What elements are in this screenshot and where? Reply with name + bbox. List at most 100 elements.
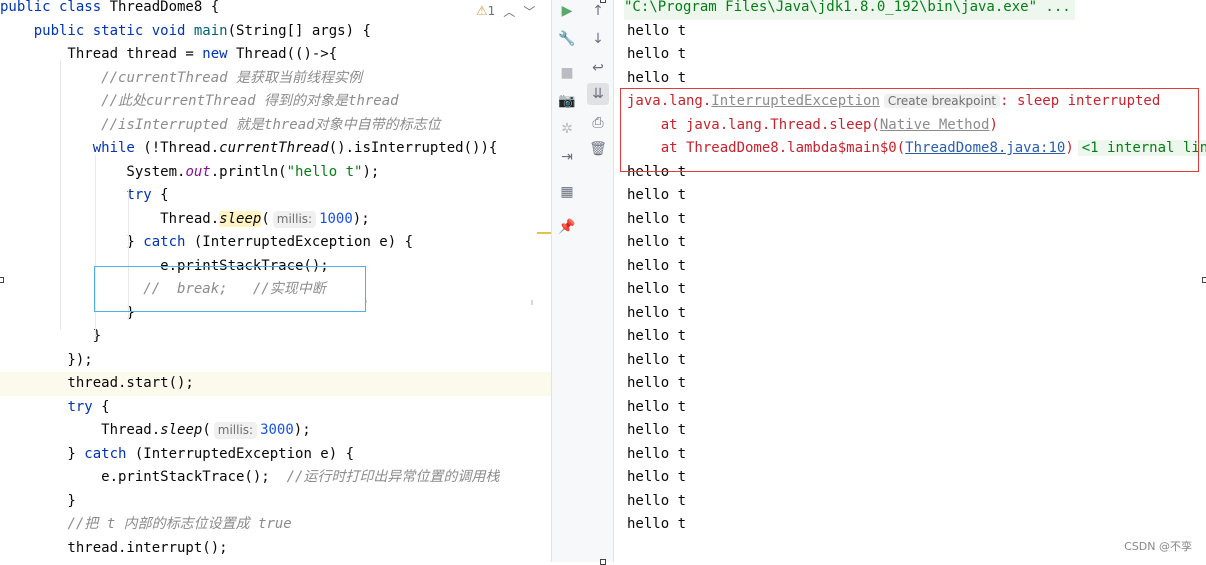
code-token: Thread(()->{ bbox=[236, 46, 338, 62]
stop-icon[interactable]: ■ bbox=[556, 62, 578, 84]
output-text: hello t bbox=[627, 234, 687, 250]
code-token: { bbox=[160, 187, 169, 203]
code-token: } bbox=[0, 234, 144, 250]
code-line[interactable]: System.out.println("hello t"); bbox=[0, 161, 551, 185]
exception-highlight-box bbox=[620, 88, 1199, 172]
chevron-up-icon[interactable]: ︿ bbox=[503, 3, 515, 20]
code-token: //currentThread 是获取当前线程实例 bbox=[101, 69, 363, 86]
code-line[interactable]: //isInterrupted 就是thread对象中自带的标志位 bbox=[0, 114, 551, 138]
up-arrow-icon[interactable]: ↑ bbox=[587, 0, 609, 22]
chevron-down-icon[interactable]: ﹀ bbox=[523, 3, 535, 20]
code-token: try bbox=[67, 398, 102, 415]
resize-handle-bottom bbox=[600, 559, 606, 565]
code-line[interactable]: }); bbox=[0, 349, 551, 373]
code-token: (InterruptedException e) { bbox=[134, 445, 355, 462]
code-token: ( bbox=[261, 210, 270, 227]
code-token: //此处currentThread 得到的对象是thread bbox=[101, 93, 399, 109]
code-line[interactable]: } catch (InterruptedException e) { bbox=[0, 443, 551, 467]
wrench-icon[interactable]: 🔧 bbox=[556, 28, 578, 50]
code-token: } bbox=[0, 328, 102, 344]
console-output-line: hello t bbox=[627, 20, 686, 44]
code-line[interactable]: } catch (InterruptedException e) { bbox=[0, 231, 551, 255]
pin-icon[interactable]: 📌 bbox=[556, 216, 578, 238]
code-line[interactable]: //currentThread 是获取当前线程实例 bbox=[0, 67, 551, 91]
code-token: { bbox=[101, 398, 110, 415]
print-icon[interactable]: ⎙ bbox=[587, 112, 609, 134]
output-text: hello t bbox=[627, 281, 687, 297]
inspection-widget[interactable]: ⚠1 ︿ ﹀ bbox=[476, 2, 535, 20]
console-output-line: hello t bbox=[627, 325, 686, 349]
code-line[interactable]: thread.start(); bbox=[0, 372, 551, 396]
code-editor[interactable]: public class ThreadDome8 { public static… bbox=[0, 0, 552, 562]
code-line[interactable]: thread.interrupt(); bbox=[0, 537, 551, 561]
code-token: //把 t 内部的标志位设置成 true bbox=[67, 516, 292, 532]
code-line[interactable]: } bbox=[0, 325, 551, 349]
code-line[interactable]: Thread.sleep(millis: 1000); bbox=[0, 208, 551, 232]
code-line[interactable]: e.printStackTrace(); //运行时打印出异常位置的调用栈 bbox=[0, 466, 551, 490]
console-output-line: hello t bbox=[627, 396, 686, 420]
rerun-icon[interactable]: ▶ bbox=[556, 0, 578, 22]
console-output-line: hello t bbox=[627, 443, 686, 467]
code-line[interactable]: try { bbox=[0, 184, 551, 208]
scrollbar-marker bbox=[531, 300, 533, 305]
code-line[interactable]: } bbox=[0, 490, 551, 514]
code-token: catch bbox=[143, 234, 194, 250]
login-icon[interactable]: ⇥ bbox=[556, 146, 578, 168]
output-text: hello t bbox=[627, 22, 687, 39]
output-text: hello t bbox=[627, 375, 687, 391]
code-token: currentThread bbox=[219, 140, 329, 156]
code-line[interactable]: //把 t 内部的标志位设置成 true bbox=[0, 513, 551, 537]
output-text: hello t bbox=[627, 351, 687, 368]
code-line[interactable]: public class ThreadDome8 { bbox=[0, 0, 551, 20]
code-token: //isInterrupted 就是thread对象中自带的标志位 bbox=[101, 116, 441, 133]
code-token: catch bbox=[84, 445, 135, 462]
layout-icon[interactable]: ▦ bbox=[556, 181, 578, 203]
output-text: hello t bbox=[627, 304, 687, 321]
trash-icon[interactable]: 🗑 bbox=[587, 138, 609, 160]
indent-guide bbox=[60, 60, 61, 330]
scroll-to-end-icon[interactable]: ⇊ bbox=[587, 83, 609, 105]
warning-indicator[interactable]: ⚠1 bbox=[476, 4, 495, 19]
console-output-line: hello t bbox=[627, 349, 686, 373]
camera-icon[interactable]: 📷 bbox=[556, 90, 578, 112]
param-hint: millis: bbox=[213, 422, 258, 439]
code-token: (!Thread. bbox=[143, 140, 220, 156]
code-token: }); bbox=[0, 351, 93, 368]
scrollbar-warning-marker bbox=[537, 232, 551, 234]
console-output-line: hello t bbox=[627, 372, 686, 396]
console-output-line: hello t bbox=[627, 490, 686, 514]
code-token: ( bbox=[202, 422, 211, 438]
output-text: hello t bbox=[627, 46, 687, 62]
output-text: hello t bbox=[627, 469, 687, 485]
warning-icon: ⚠ bbox=[476, 3, 488, 19]
down-arrow-icon[interactable]: ↓ bbox=[587, 28, 609, 50]
output-text: hello t bbox=[627, 69, 687, 86]
output-text: hello t bbox=[627, 398, 687, 415]
caret-marker bbox=[366, 300, 367, 303]
output-text: hello t bbox=[627, 210, 687, 227]
code-token: ().isInterrupted()){ bbox=[328, 140, 498, 156]
code-token: main bbox=[193, 22, 228, 39]
output-text: hello t bbox=[627, 257, 687, 274]
code-line[interactable]: Thread thread = new Thread(()->{ bbox=[0, 43, 551, 67]
code-token: 1000 bbox=[319, 210, 353, 227]
run-console[interactable]: "C:\Program Files\Java\jdk1.8.0_192\bin\… bbox=[614, 0, 1206, 562]
code-line[interactable]: public static void main(String[] args) { bbox=[0, 20, 551, 44]
bug-settings-icon[interactable]: ✲ bbox=[556, 118, 578, 140]
code-token: .println( bbox=[210, 163, 287, 180]
console-output-line: hello t bbox=[627, 255, 686, 279]
soft-wrap-icon[interactable]: ↩ bbox=[587, 57, 609, 79]
resize-handle-right bbox=[1202, 277, 1206, 283]
console-output-line: hello t bbox=[627, 208, 686, 232]
code-line[interactable]: //此处currentThread 得到的对象是thread bbox=[0, 90, 551, 114]
code-line[interactable]: try { bbox=[0, 396, 551, 420]
code-token: } bbox=[0, 445, 85, 462]
code-line[interactable]: Thread.sleep(millis: 3000); bbox=[0, 419, 551, 443]
console-output-line: hello t bbox=[627, 43, 686, 67]
code-line[interactable]: while (!Thread.currentThread().isInterru… bbox=[0, 137, 551, 161]
code-token: thread.start(); bbox=[0, 375, 194, 391]
